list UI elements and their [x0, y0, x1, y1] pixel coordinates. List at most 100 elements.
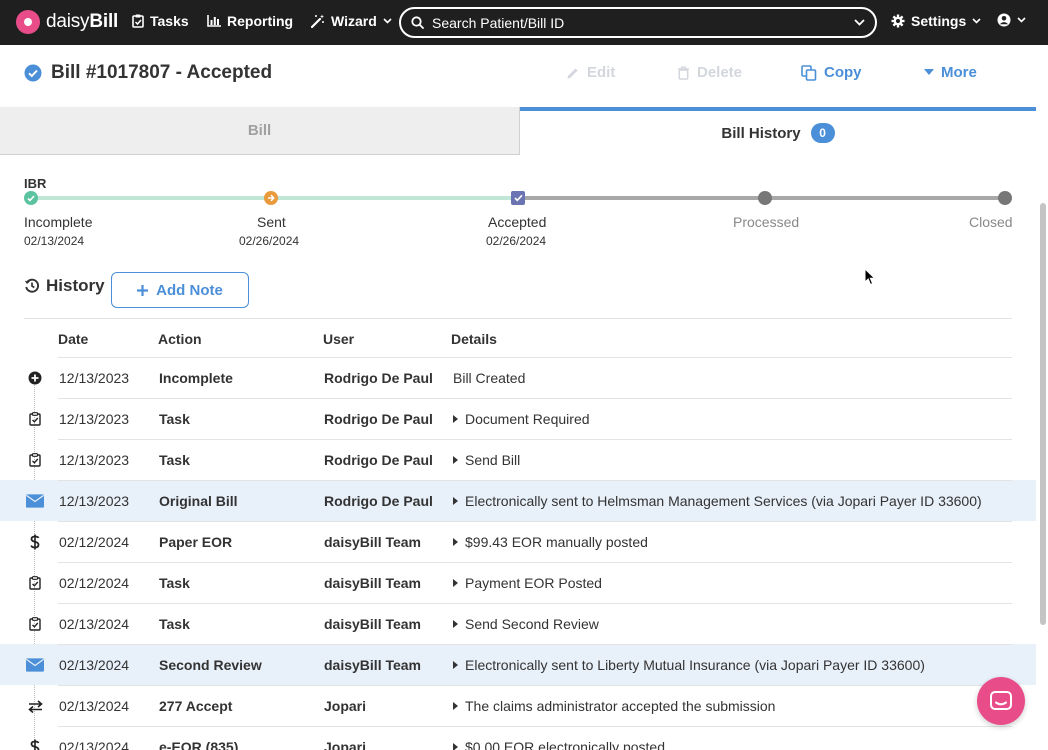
mouse-cursor-icon	[864, 268, 876, 286]
row-divider	[58, 562, 1012, 563]
row-details-text: Electronically sent to Liberty Mutual In…	[465, 657, 925, 673]
row-date: 02/13/2024	[59, 657, 130, 673]
caret-right-icon[interactable]	[453, 702, 458, 710]
caret-down-icon	[924, 69, 934, 75]
row-action: Paper EOR	[159, 534, 233, 550]
table-row[interactable]: 02/13/2024 277 Accept Jopari The claims adm…	[0, 685, 1036, 726]
table-row[interactable]: 12/13/2023 Task Rodrigo De Paul Send Bill	[0, 439, 1036, 480]
column-action[interactable]: Action	[158, 331, 202, 347]
search-input[interactable]	[432, 14, 846, 31]
copy-button[interactable]: Copy	[801, 64, 862, 81]
chat-launcher-button[interactable]	[977, 677, 1025, 725]
column-date[interactable]: Date	[58, 331, 88, 347]
check-circle-icon	[24, 64, 42, 82]
column-user[interactable]: User	[323, 331, 354, 347]
more-button[interactable]: More	[924, 64, 977, 81]
row-details[interactable]: $0.00 EOR electronically posted	[453, 739, 665, 750]
plus-circle-icon	[26, 369, 44, 387]
gear-icon	[891, 14, 905, 28]
row-divider	[58, 685, 1012, 686]
row-details[interactable]: Send Second Review	[453, 616, 599, 632]
row-action: Task	[159, 575, 190, 591]
caret-right-icon[interactable]	[453, 661, 458, 669]
nav-reporting[interactable]: Reporting	[207, 13, 293, 29]
row-details-text: Send Bill	[465, 452, 521, 468]
row-details[interactable]: Payment EOR Posted	[453, 575, 602, 591]
add-note-label: Add Note	[156, 281, 223, 299]
caret-right-icon[interactable]	[453, 497, 458, 505]
history-count-badge: 0	[810, 123, 835, 143]
row-divider	[58, 439, 1012, 440]
top-nav: daisyBill Tasks Reporting Wizard Setting…	[0, 0, 1048, 45]
row-date: 12/13/2023	[59, 452, 130, 468]
step-accepted-node	[511, 191, 525, 205]
row-divider	[58, 726, 1012, 727]
progress-label: IBR	[24, 176, 47, 191]
tab-bill-history[interactable]: Bill History 0	[520, 107, 1036, 155]
row-user: Jopari	[324, 739, 367, 750]
bar-chart-icon	[207, 15, 221, 27]
table-row[interactable]: 12/13/2023 Original Bill Rodrigo De Paul El…	[0, 480, 1036, 521]
edit-label: Edit	[587, 64, 616, 81]
table-row[interactable]: 02/13/2024 Task daisyBill Team Send Second …	[0, 603, 1036, 644]
dollar-icon	[26, 738, 44, 750]
row-details-text: Bill Created	[453, 370, 526, 386]
delete-button[interactable]: Delete	[677, 64, 742, 81]
history-icon	[24, 278, 40, 293]
edit-button[interactable]: Edit	[566, 64, 615, 81]
row-user: daisyBill Team	[324, 534, 422, 550]
step-sent-date: 02/26/2024	[239, 234, 300, 248]
tab-bill[interactable]: Bill	[0, 107, 520, 155]
brand-name: daisyBill	[46, 11, 119, 32]
trash-icon	[678, 65, 689, 80]
table-row[interactable]: 12/13/2023 Incomplete Rodrigo De Paul Bill …	[0, 357, 1036, 398]
step-incomplete-date: 02/13/2024	[24, 234, 85, 248]
chevron-down-icon[interactable]	[854, 19, 865, 26]
nav-settings[interactable]: Settings	[891, 13, 981, 29]
history-title: History	[46, 276, 105, 295]
nav-user-menu[interactable]	[997, 13, 1026, 27]
row-details[interactable]: The claims administrator accepted the su…	[453, 698, 775, 714]
row-details[interactable]: Document Required	[453, 411, 590, 427]
search-box[interactable]	[399, 7, 877, 38]
scrollbar-thumb[interactable]	[1040, 203, 1046, 625]
column-details[interactable]: Details	[451, 331, 497, 347]
more-label: More	[941, 64, 977, 81]
row-details-text: The claims administrator accepted the su…	[465, 698, 776, 714]
envelope-icon	[26, 656, 44, 674]
history-table: Date Action User Details 12/13/2023 Incom…	[0, 318, 1036, 750]
row-details[interactable]: Send Bill	[453, 452, 520, 468]
caret-right-icon[interactable]	[453, 620, 458, 628]
row-date: 02/12/2024	[59, 575, 130, 591]
table-row[interactable]: 02/12/2024 Paper EOR daisyBill Team $99.43 …	[0, 521, 1036, 562]
row-details[interactable]: Electronically sent to Liberty Mutual In…	[453, 657, 925, 673]
step-processed-node	[758, 191, 772, 205]
row-action: Task	[159, 452, 190, 468]
caret-right-icon[interactable]	[453, 743, 458, 750]
check-square-icon	[513, 194, 523, 202]
row-divider	[58, 521, 1012, 522]
row-details[interactable]: $99.43 EOR manually posted	[453, 534, 648, 550]
caret-right-icon[interactable]	[453, 456, 458, 464]
row-details-text: $0.00 EOR electronically posted	[465, 739, 665, 750]
table-row[interactable]: 12/13/2023 Task Rodrigo De Paul Document Re…	[0, 398, 1036, 439]
table-row[interactable]: 02/13/2024 e-EOR (835) Jopari $0.00 EOR ele…	[0, 726, 1036, 750]
caret-right-icon[interactable]	[453, 579, 458, 587]
table-row[interactable]: 02/12/2024 Task daisyBill Team Payment EOR …	[0, 562, 1036, 603]
user-circle-icon	[997, 13, 1011, 27]
dollar-icon	[26, 533, 44, 551]
row-action: e-EOR (835)	[159, 739, 239, 750]
arrow-right-icon	[268, 194, 275, 202]
add-note-button[interactable]: Add Note	[111, 272, 249, 308]
brand-logo[interactable]: daisyBill	[16, 10, 118, 34]
row-date: 02/13/2024	[59, 616, 130, 632]
nav-wizard[interactable]: Wizard	[311, 13, 392, 29]
table-body: 12/13/2023 Incomplete Rodrigo De Paul Bill …	[0, 357, 1036, 750]
row-details[interactable]: Electronically sent to Helmsman Manageme…	[453, 493, 982, 509]
nav-tasks[interactable]: Tasks	[132, 13, 189, 29]
table-row[interactable]: 02/13/2024 Second Review daisyBill Team Ele…	[0, 644, 1036, 685]
row-details-text: Document Required	[465, 411, 590, 427]
caret-right-icon[interactable]	[453, 415, 458, 423]
caret-right-icon[interactable]	[453, 538, 458, 546]
row-user: Rodrigo De Paul	[324, 493, 433, 509]
